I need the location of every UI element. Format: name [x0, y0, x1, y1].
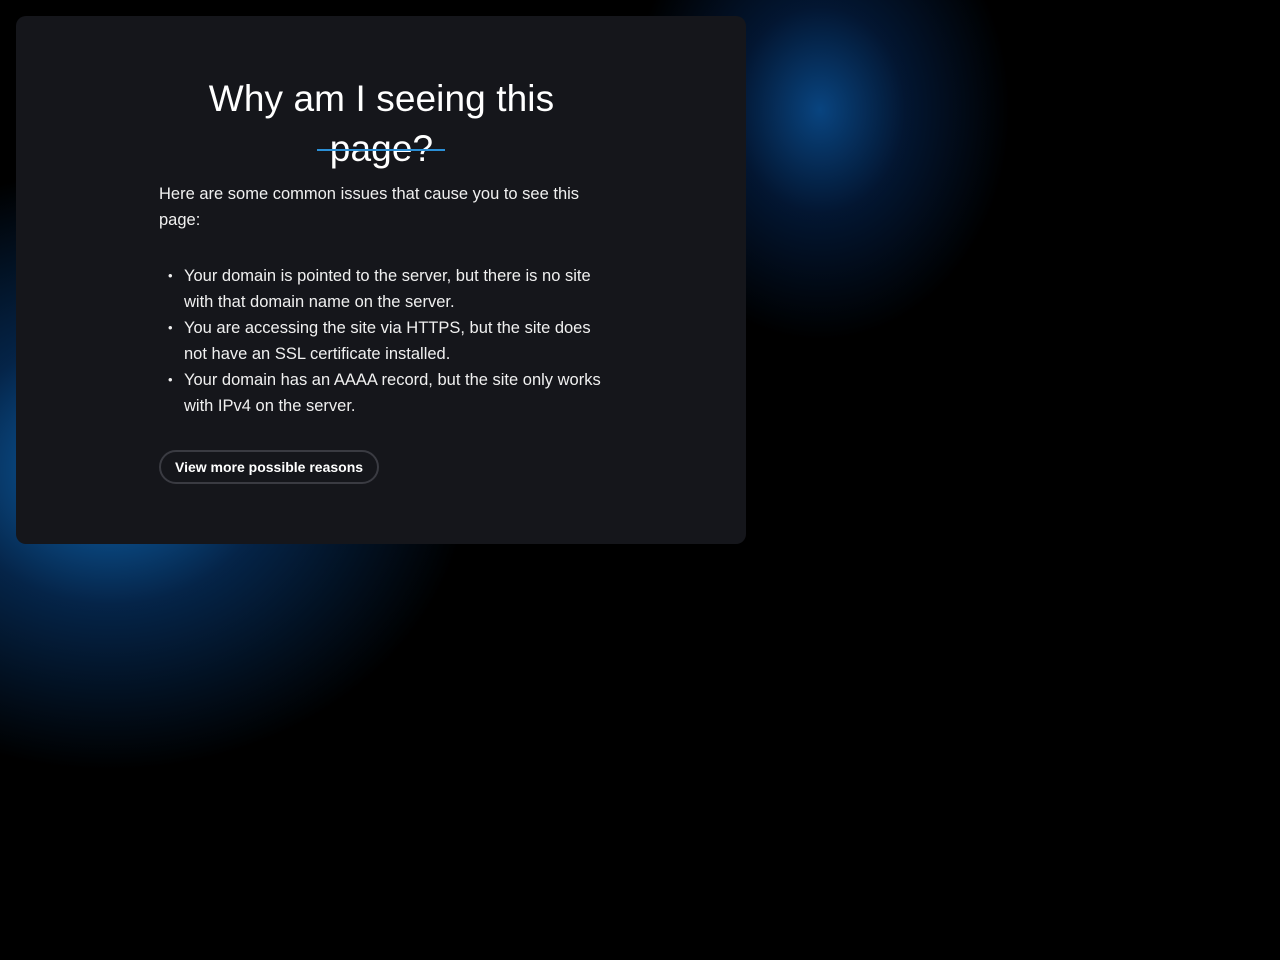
intro-text: Here are some common issues that cause y…	[159, 185, 580, 229]
issues-list: • Your domain is pointed to the server, …	[159, 263, 604, 419]
issue-text: You are accessing the site via HTTPS, bu…	[184, 319, 591, 363]
page-title: Why am I seeing this page?	[208, 78, 555, 169]
issue-text: Your domain has an AAAA record, but the …	[184, 371, 601, 415]
list-item: • Your domain has an AAAA record, but th…	[159, 367, 604, 419]
bullet-icon: •	[168, 268, 173, 283]
info-card: Why am I seeing this page? Here are some…	[16, 16, 746, 544]
bullet-icon: •	[168, 320, 173, 335]
list-item: • Your domain is pointed to the server, …	[159, 263, 604, 315]
bullet-icon: •	[168, 372, 173, 387]
issue-text: Your domain is pointed to the server, bu…	[184, 267, 591, 311]
title-divider	[317, 149, 445, 151]
list-item: • You are accessing the site via HTTPS, …	[159, 315, 604, 367]
view-more-reasons-button[interactable]: View more possible reasons	[159, 450, 380, 484]
